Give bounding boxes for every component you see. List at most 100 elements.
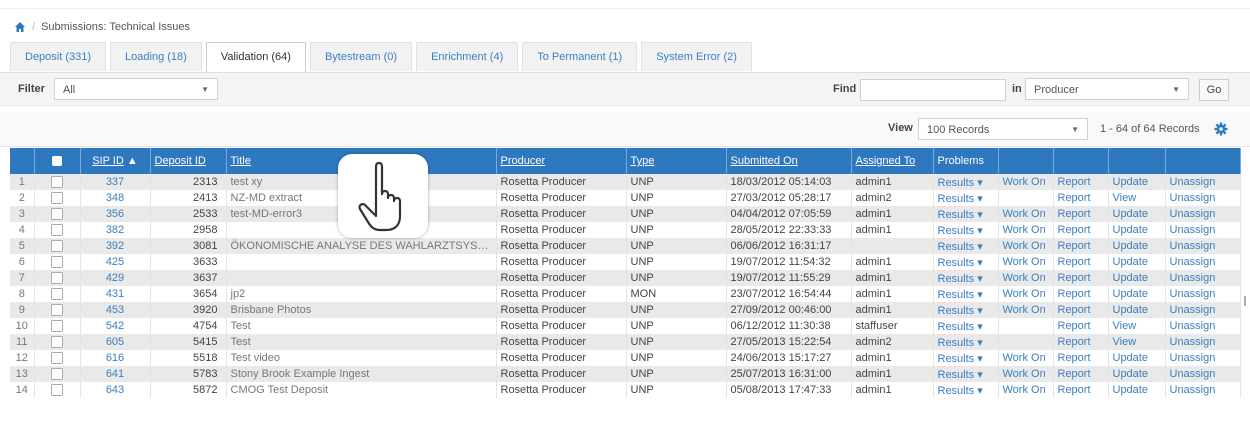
- checkbox[interactable]: [51, 256, 63, 269]
- tab-to-permanent[interactable]: To Permanent (1): [522, 42, 638, 71]
- report-link[interactable]: Report: [1053, 382, 1109, 398]
- tab-validation[interactable]: Validation (64): [205, 42, 306, 72]
- find-input[interactable]: [860, 79, 1006, 101]
- report-link[interactable]: Report: [1053, 254, 1109, 270]
- work-on-link[interactable]: Work On: [998, 366, 1054, 382]
- tab-loading[interactable]: Loading (18): [110, 42, 202, 71]
- tab-deposit[interactable]: Deposit (331): [10, 42, 107, 71]
- row-checkbox[interactable]: [34, 366, 81, 382]
- results-dropdown[interactable]: Results ▾: [933, 206, 999, 222]
- row-checkbox[interactable]: [34, 382, 81, 398]
- checkbox[interactable]: [51, 208, 63, 221]
- gear-icon[interactable]: [1214, 122, 1228, 136]
- table-row[interactable]: 7 429 3637 Rosetta Producer UNP 19/07/2012 11…: [10, 270, 1241, 286]
- row-checkbox[interactable]: [34, 334, 81, 350]
- checkbox[interactable]: [51, 352, 63, 365]
- table-row[interactable]: 11 605 5415 Test Rosetta Producer UNP 27/05/20…: [10, 334, 1241, 350]
- unassign-link[interactable]: Unassign: [1165, 334, 1241, 350]
- work-on-link[interactable]: Work On: [998, 350, 1054, 366]
- update-link[interactable]: View: [1108, 334, 1166, 350]
- checkbox[interactable]: [51, 192, 63, 205]
- col-deposit-id[interactable]: Deposit ID: [150, 148, 227, 174]
- report-link[interactable]: Report: [1053, 302, 1109, 318]
- unassign-link[interactable]: Unassign: [1165, 270, 1241, 286]
- checkbox[interactable]: [51, 368, 63, 381]
- col-assigned-to[interactable]: Assigned To: [851, 148, 934, 174]
- report-link[interactable]: Report: [1053, 334, 1109, 350]
- select-all-checkbox[interactable]: [52, 156, 62, 167]
- col-submitted-on[interactable]: Submitted On: [726, 148, 852, 174]
- work-on-link[interactable]: Work On: [998, 382, 1054, 398]
- view-select[interactable]: 100 Records ▼: [918, 118, 1088, 140]
- sip-id-link[interactable]: 616: [80, 350, 151, 366]
- table-row[interactable]: 14 643 5872 CMOG Test Deposit Rosetta Produc…: [10, 382, 1241, 398]
- update-link[interactable]: Update: [1108, 174, 1166, 190]
- row-checkbox[interactable]: [34, 206, 81, 222]
- update-link[interactable]: View: [1108, 318, 1166, 334]
- table-row[interactable]: 8 431 3654 jp2 Rosetta Producer MON 23/07/2012…: [10, 286, 1241, 302]
- table-row[interactable]: 10 542 4754 Test Rosetta Producer UNP 06/12/20…: [10, 318, 1241, 334]
- checkbox[interactable]: [51, 272, 63, 285]
- report-link[interactable]: Report: [1053, 222, 1109, 238]
- row-checkbox[interactable]: [34, 350, 81, 366]
- results-dropdown[interactable]: Results ▾: [933, 382, 999, 398]
- update-link[interactable]: Update: [1108, 382, 1166, 398]
- checkbox[interactable]: [51, 336, 63, 349]
- work-on-link[interactable]: [998, 190, 1054, 206]
- sip-id-link[interactable]: 425: [80, 254, 151, 270]
- row-checkbox[interactable]: [34, 270, 81, 286]
- go-button[interactable]: Go: [1199, 79, 1229, 101]
- sip-id-link[interactable]: 605: [80, 334, 151, 350]
- sip-id-link[interactable]: 542: [80, 318, 151, 334]
- table-row[interactable]: 4 382 2958 Rosetta Producer UNP 28/05/2012 22…: [10, 222, 1241, 238]
- results-dropdown[interactable]: Results ▾: [933, 190, 999, 206]
- tab-system-error[interactable]: System Error (2): [641, 42, 752, 71]
- work-on-link[interactable]: [998, 318, 1054, 334]
- checkbox[interactable]: [51, 288, 63, 301]
- work-on-link[interactable]: Work On: [998, 238, 1054, 254]
- unassign-link[interactable]: Unassign: [1165, 174, 1241, 190]
- update-link[interactable]: Update: [1108, 206, 1166, 222]
- sip-id-link[interactable]: 431: [80, 286, 151, 302]
- update-link[interactable]: Update: [1108, 238, 1166, 254]
- sip-id-link[interactable]: 641: [80, 366, 151, 382]
- report-link[interactable]: Report: [1053, 238, 1109, 254]
- sip-id-link[interactable]: 337: [80, 174, 151, 190]
- row-checkbox[interactable]: [34, 238, 81, 254]
- work-on-link[interactable]: Work On: [998, 222, 1054, 238]
- unassign-link[interactable]: Unassign: [1165, 318, 1241, 334]
- update-link[interactable]: Update: [1108, 270, 1166, 286]
- table-row[interactable]: 1 337 2313 test xy Rosetta Producer UNP 18/03/…: [10, 174, 1241, 190]
- home-icon[interactable]: [14, 21, 26, 33]
- table-row[interactable]: 5 392 3081 ÖKONOMISCHE ANALYSE DES WAHLARZT…: [10, 238, 1241, 254]
- sip-id-link[interactable]: 356: [80, 206, 151, 222]
- results-dropdown[interactable]: Results ▾: [933, 366, 999, 382]
- table-row[interactable]: 6 425 3633 Rosetta Producer UNP 19/07/2012 11…: [10, 254, 1241, 270]
- row-checkbox[interactable]: [34, 318, 81, 334]
- sip-id-link[interactable]: 348: [80, 190, 151, 206]
- unassign-link[interactable]: Unassign: [1165, 382, 1241, 398]
- scroll-indicator[interactable]: [1244, 296, 1246, 306]
- update-link[interactable]: Update: [1108, 350, 1166, 366]
- table-row[interactable]: 9 453 3920 Brisbane Photos Rosetta Producer U…: [10, 302, 1241, 318]
- find-field-select[interactable]: Producer ▼: [1025, 78, 1189, 100]
- sip-id-link[interactable]: 643: [80, 382, 151, 398]
- results-dropdown[interactable]: Results ▾: [933, 350, 999, 366]
- update-link[interactable]: Update: [1108, 302, 1166, 318]
- checkbox[interactable]: [51, 384, 63, 397]
- unassign-link[interactable]: Unassign: [1165, 286, 1241, 302]
- unassign-link[interactable]: Unassign: [1165, 206, 1241, 222]
- tab-enrichment[interactable]: Enrichment (4): [416, 42, 519, 71]
- work-on-link[interactable]: Work On: [998, 174, 1054, 190]
- work-on-link[interactable]: Work On: [998, 270, 1054, 286]
- sip-id-link[interactable]: 453: [80, 302, 151, 318]
- report-link[interactable]: Report: [1053, 286, 1109, 302]
- sip-id-link[interactable]: 429: [80, 270, 151, 286]
- row-checkbox[interactable]: [34, 254, 81, 270]
- unassign-link[interactable]: Unassign: [1165, 238, 1241, 254]
- work-on-link[interactable]: [998, 334, 1054, 350]
- work-on-link[interactable]: Work On: [998, 286, 1054, 302]
- checkbox[interactable]: [51, 304, 63, 317]
- row-checkbox[interactable]: [34, 302, 81, 318]
- report-link[interactable]: Report: [1053, 190, 1109, 206]
